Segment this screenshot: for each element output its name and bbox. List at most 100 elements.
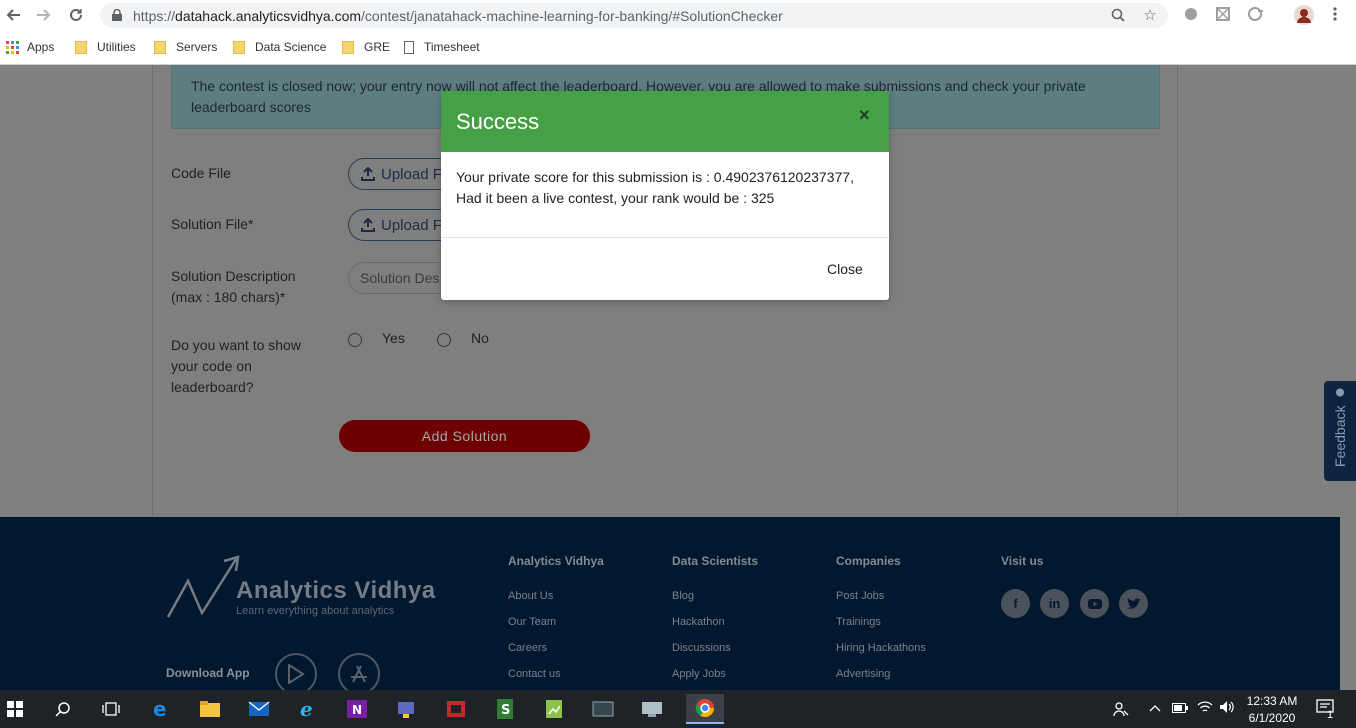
upload-icon xyxy=(361,218,375,232)
app-store-icon[interactable] xyxy=(338,653,380,690)
footer-link[interactable]: Our Team xyxy=(508,616,604,642)
footer-link[interactable]: Hackathon xyxy=(672,616,758,642)
feedback-tab[interactable]: Feedback xyxy=(1324,381,1356,481)
url-text: https://datahack.analyticsvidhya.com/con… xyxy=(133,8,783,24)
footer-link[interactable]: Advertising xyxy=(836,668,926,690)
upload-icon xyxy=(361,167,375,181)
app-red-icon[interactable] xyxy=(441,694,471,724)
file-explorer-icon[interactable] xyxy=(195,694,225,724)
battery-icon[interactable] xyxy=(1172,702,1188,716)
bookmark-star-icon[interactable]: ☆ xyxy=(1142,8,1158,24)
extension-icon[interactable] xyxy=(1248,7,1264,23)
footer-link[interactable]: Hiring Hackathons xyxy=(836,642,926,668)
system-clock[interactable]: 12:33 AM 6/1/2020 xyxy=(1244,693,1300,727)
modal-divider xyxy=(441,237,889,238)
task-view-icon[interactable] xyxy=(96,694,126,724)
folder-icon xyxy=(75,40,87,54)
windows-taskbar: e e N S 12:33 AM 6/1/2020 1 xyxy=(0,690,1356,728)
mail-icon[interactable] xyxy=(244,694,274,724)
app-green-s-icon[interactable]: S xyxy=(490,694,520,724)
radio-no[interactable] xyxy=(437,333,451,347)
google-play-icon[interactable] xyxy=(275,653,317,690)
bookmarks-bar: Apps Utilities Servers Data Science GRE … xyxy=(0,36,700,58)
footer-link[interactable]: Discussions xyxy=(672,642,758,668)
svg-text:e: e xyxy=(153,699,167,719)
menu-icon[interactable] xyxy=(1328,6,1344,22)
volume-icon[interactable] xyxy=(1219,700,1235,717)
solution-description-label: Solution Description (max : 180 chars)* xyxy=(171,268,296,305)
footer-column-analytics-vidhya: Analytics Vidhya About Us Our Team Caree… xyxy=(508,554,604,690)
wifi-icon[interactable] xyxy=(1197,700,1213,717)
chrome-icon[interactable] xyxy=(686,694,724,724)
folder-icon xyxy=(154,40,166,54)
upload-code-file-button[interactable]: Upload F xyxy=(348,158,448,190)
radio-yes-label: Yes xyxy=(382,330,405,346)
folder-icon xyxy=(233,40,245,54)
add-solution-button[interactable]: Add Solution xyxy=(339,420,590,452)
svg-text:S: S xyxy=(501,703,510,718)
show-code-label: Do you want to show your code on leaderb… xyxy=(171,337,301,395)
terminal-icon[interactable] xyxy=(588,694,618,724)
extension-icon[interactable] xyxy=(1216,7,1232,23)
footer-column-companies: Companies Post Jobs Trainings Hiring Hac… xyxy=(836,554,926,690)
code-file-label: Code File xyxy=(171,165,231,181)
twitter-icon[interactable] xyxy=(1119,589,1148,618)
onenote-icon[interactable]: N xyxy=(342,694,372,724)
people-icon[interactable] xyxy=(1113,701,1129,720)
footer-link[interactable]: Careers xyxy=(508,642,604,668)
footer-link[interactable]: Contact us xyxy=(508,668,604,690)
facebook-icon[interactable]: f xyxy=(1001,589,1030,618)
solution-file-label: Solution File* xyxy=(171,216,254,232)
profile-avatar[interactable] xyxy=(1294,5,1314,25)
modal-message: Your private score for this submission i… xyxy=(456,167,881,209)
search-icon[interactable] xyxy=(48,694,78,724)
modal-title: Success xyxy=(456,109,540,134)
svg-text:N: N xyxy=(352,703,362,717)
zoom-icon[interactable] xyxy=(1110,8,1126,24)
solution-description-input[interactable]: Solution Des xyxy=(348,262,448,294)
spreadsheet-icon[interactable] xyxy=(539,694,569,724)
footer-link[interactable]: Blog xyxy=(672,590,758,616)
footer-column-visit-us: Visit us xyxy=(1001,554,1044,568)
footer-link[interactable]: About Us xyxy=(508,590,604,616)
logo-chart-icon xyxy=(166,555,240,618)
apps-grid-icon xyxy=(6,40,19,54)
internet-explorer-icon[interactable]: e xyxy=(293,694,323,724)
folder-icon xyxy=(342,40,354,54)
lock-icon xyxy=(112,9,122,21)
network-tool-icon[interactable] xyxy=(391,694,421,724)
footer-link[interactable]: Apply Jobs xyxy=(672,668,758,690)
radio-yes[interactable] xyxy=(348,333,362,347)
success-modal: Success × Your private score for this su… xyxy=(441,91,889,300)
bookmark-apps[interactable]: Apps xyxy=(6,36,54,58)
forward-icon[interactable] xyxy=(33,4,55,26)
extension-icon[interactable] xyxy=(1184,7,1200,23)
remote-desktop-icon[interactable] xyxy=(637,694,667,724)
footer-column-data-scientists: Data Scientists Blog Hackathon Discussio… xyxy=(672,554,758,690)
radio-no-label: No xyxy=(471,330,489,346)
windows-start-icon[interactable] xyxy=(0,694,30,724)
modal-header: Success × xyxy=(441,91,889,152)
bookmark-servers[interactable]: Servers xyxy=(154,36,217,58)
reload-icon[interactable] xyxy=(65,4,87,26)
footer-link[interactable]: Trainings xyxy=(836,616,926,642)
upload-solution-file-button[interactable]: Upload F xyxy=(348,209,448,241)
svg-text:e: e xyxy=(300,698,313,720)
download-app-label: Download App xyxy=(166,666,250,680)
back-icon[interactable] xyxy=(2,4,24,26)
close-icon[interactable]: × xyxy=(859,105,870,126)
footer-link[interactable]: Post Jobs xyxy=(836,590,926,616)
bookmark-timesheet[interactable]: Timesheet xyxy=(404,36,480,58)
linkedin-icon[interactable]: in xyxy=(1040,589,1069,618)
close-button[interactable]: Close xyxy=(827,261,863,277)
browser-chrome: https://datahack.analyticsvidhya.com/con… xyxy=(0,0,1356,65)
address-bar[interactable]: https://datahack.analyticsvidhya.com/con… xyxy=(100,3,1168,28)
chevron-up-icon[interactable] xyxy=(1149,702,1161,716)
document-icon xyxy=(404,40,414,54)
youtube-icon[interactable] xyxy=(1080,589,1109,618)
edge-icon[interactable]: e xyxy=(146,694,176,724)
bookmark-gre[interactable]: GRE xyxy=(342,36,390,58)
bookmark-data-science[interactable]: Data Science xyxy=(233,36,326,58)
notifications-count: 1 xyxy=(1327,709,1334,721)
bookmark-utilities[interactable]: Utilities xyxy=(75,36,136,58)
